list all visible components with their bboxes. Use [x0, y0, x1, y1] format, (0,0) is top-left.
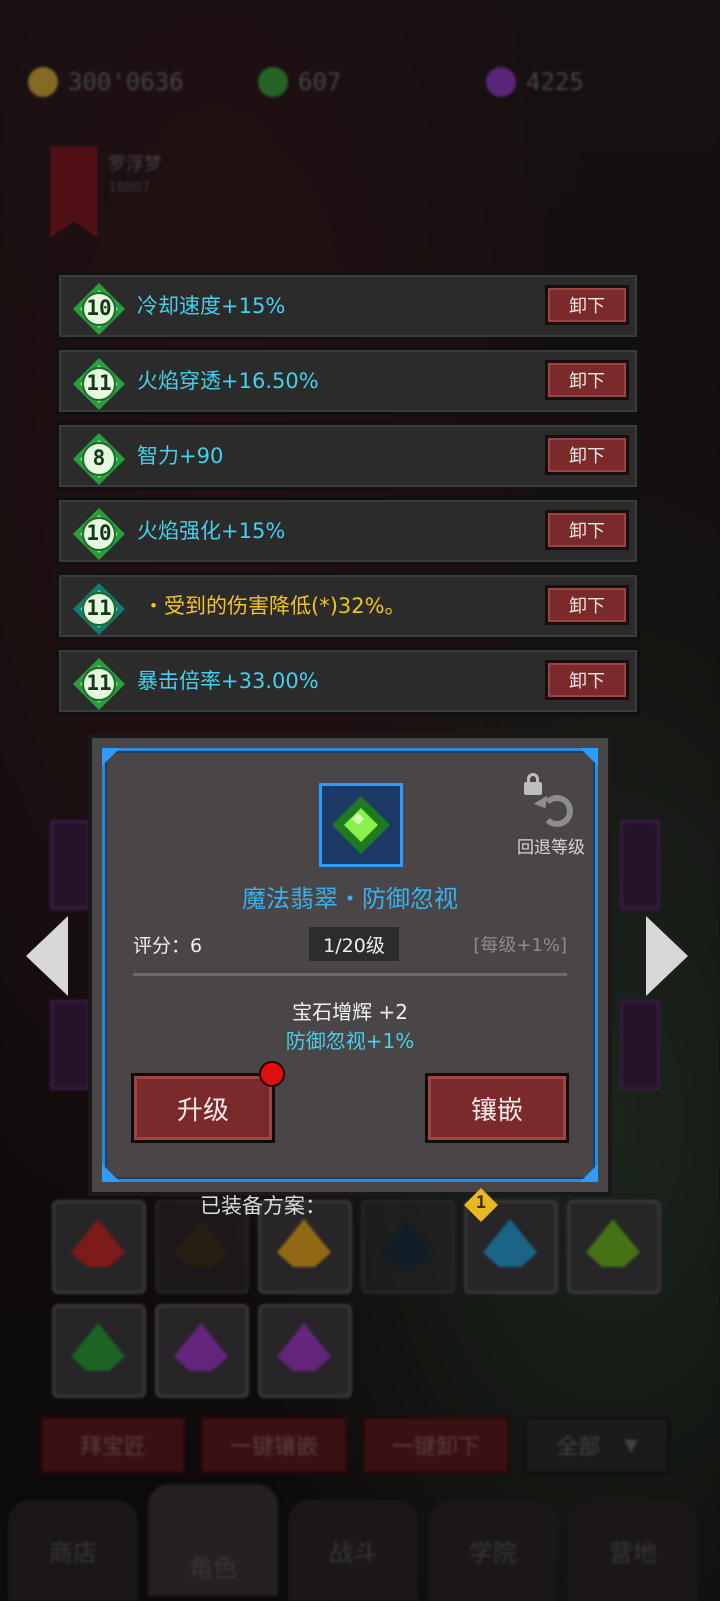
equipped-gem-row: 11 火焰穿透+16.50% 卸下 [56, 347, 640, 415]
gem-title: 魔法翡翠・防御忽视 [242, 885, 458, 913]
unequip-button[interactable]: 卸下 [545, 285, 629, 325]
next-gem-arrow-icon[interactable] [646, 916, 688, 996]
gem-score: 评分：6 [133, 935, 203, 957]
gem-level-badge-icon: 10 [73, 283, 125, 335]
gem-effect-text: 火焰强化+15% [137, 519, 286, 543]
selected-gem-slot [319, 783, 403, 867]
gem-effect-text: 智力+90 [137, 444, 224, 468]
inlay-button[interactable]: 镶嵌 [425, 1073, 569, 1143]
bonus-name: 宝石增辉 +2 [292, 1000, 408, 1024]
gem-effect-text: 火焰穿透+16.50% [137, 369, 319, 393]
per-level-bonus: [每级+1%] [473, 935, 567, 956]
frame-corner [580, 1164, 598, 1182]
gem-effect-text: 暴击倍率+33.00% [137, 669, 319, 693]
previous-gem-arrow-icon[interactable] [26, 916, 68, 996]
gem-effect-text: ・受到的伤害降低(*)32%。 [143, 594, 406, 618]
unequip-button[interactable]: 卸下 [545, 510, 629, 550]
revert-level-button[interactable]: 回退等级 [517, 833, 585, 858]
gem-level-badge-icon: 8 [73, 433, 125, 485]
equipped-gem-row: 11 ・受到的伤害降低(*)32%。 卸下 [56, 572, 640, 640]
gem-effect-text: 冷却速度+15% [137, 294, 286, 318]
gem-level-badge-icon: 11 [73, 583, 125, 635]
equipped-gem-row: 11 暴击倍率+33.00% 卸下 [56, 647, 640, 715]
frame-corner [102, 1164, 120, 1182]
gem-level-badge-icon: 11 [73, 658, 125, 710]
divider [133, 973, 567, 976]
gem-level-badge-icon: 10 [73, 508, 125, 560]
unequip-button[interactable]: 卸下 [545, 585, 629, 625]
frame-corner [580, 748, 598, 766]
gem-level-badge-icon: 11 [73, 358, 125, 410]
notification-dot [259, 1061, 285, 1087]
equipped-gem-row: 10 火焰强化+15% 卸下 [56, 497, 640, 565]
bonus-effect: 防御忽视+1% [285, 1029, 415, 1053]
equipped-gem-row: 10 冷却速度+15% 卸下 [56, 272, 640, 340]
unequip-button[interactable]: 卸下 [545, 435, 629, 475]
plan-number: 1 [475, 1193, 487, 1213]
frame-corner [102, 748, 120, 766]
unequip-button[interactable]: 卸下 [545, 660, 629, 700]
equipped-plan-label: 已装备方案： [200, 1194, 326, 1218]
equipped-gem-row: 8 智力+90 卸下 [56, 422, 640, 490]
lock-icon[interactable] [523, 773, 543, 795]
gem-detail-panel: 回退等级 魔法翡翠・防御忽视 评分：6 1/20级 [每级+1%] 宝石增辉 +… [88, 734, 612, 1196]
upgrade-button[interactable]: 升级 [131, 1073, 275, 1143]
panel-frame: 回退等级 魔法翡翠・防御忽视 评分：6 1/20级 [每级+1%] 宝石增辉 +… [102, 748, 598, 1182]
unequip-button[interactable]: 卸下 [545, 360, 629, 400]
gem-level: 1/20级 [309, 927, 399, 961]
